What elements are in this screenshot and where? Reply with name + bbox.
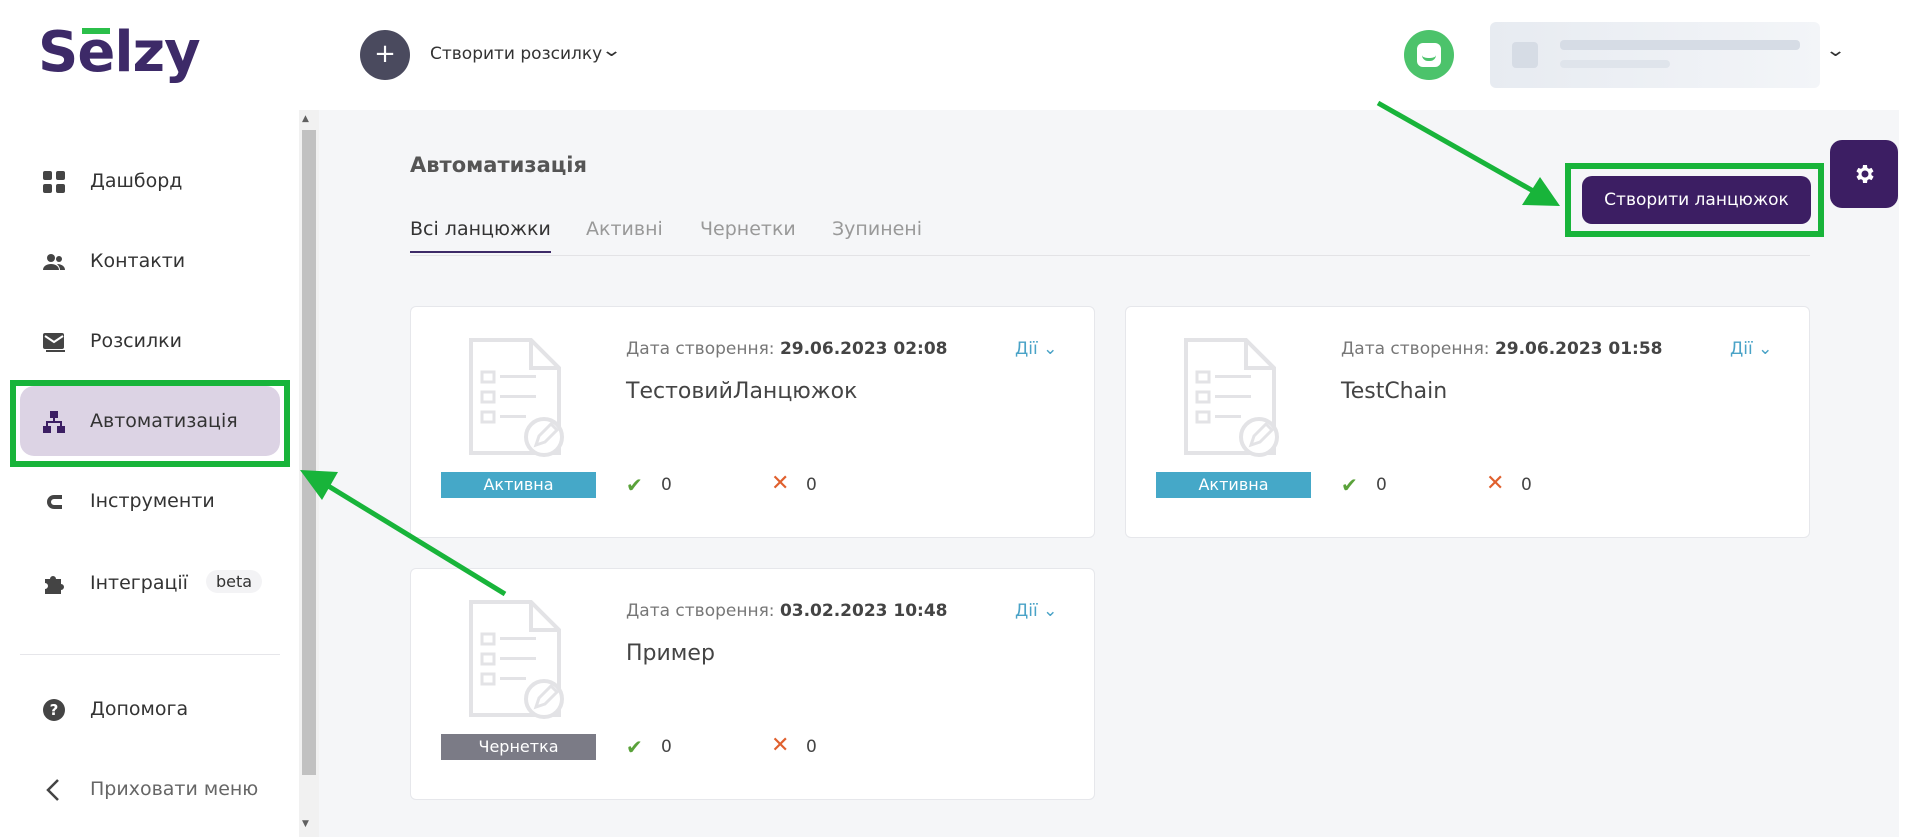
chevron-down-icon: ⌄	[1043, 339, 1058, 359]
sidebar-item-label: Інтеграції	[90, 572, 188, 594]
contacts-icon	[43, 254, 65, 270]
created-date-value: 29.06.2023 01:58	[1494, 339, 1663, 359]
created-date: Дата створення: 29.06.2023 02:08	[626, 339, 948, 359]
check-icon: ✔	[626, 473, 643, 497]
status-badge: Чернетка	[441, 734, 596, 760]
actions-label: Дії	[1015, 601, 1038, 621]
sidebar-item-label: Розсилки	[90, 330, 182, 352]
sidebar-item-integrations[interactable]: Інтеграції beta	[20, 548, 280, 618]
chain-name[interactable]: Пример	[626, 641, 715, 666]
beta-badge: beta	[206, 570, 263, 593]
document-icon	[1184, 338, 1279, 457]
support-chat-icon[interactable]	[1404, 30, 1454, 80]
account-email-blurred	[1560, 40, 1800, 50]
created-date-value: 03.02.2023 10:48	[779, 601, 948, 621]
cross-icon: ✕	[771, 733, 790, 758]
sidebar-item-label: Приховати меню	[90, 778, 259, 800]
fail-count: 0	[1521, 475, 1532, 495]
sidebar-divider	[20, 654, 280, 655]
created-date: Дата створення: 03.02.2023 10:48	[626, 601, 948, 621]
sidebar-item-label: Допомога	[90, 698, 189, 720]
sidebar-item-label: Дашборд	[90, 170, 183, 192]
success-count: 0	[661, 737, 672, 757]
chevron-left-icon	[46, 779, 59, 801]
sidebar-item-hide-menu[interactable]: Приховати меню	[20, 754, 280, 824]
fail-count: 0	[806, 737, 817, 757]
highlight-box-create-chain	[1565, 163, 1824, 237]
tab-active[interactable]: Активні	[586, 218, 663, 240]
actions-dropdown[interactable]: Дії ⌄	[1015, 601, 1057, 621]
dashboard-icon	[43, 171, 65, 193]
mail-icon	[43, 333, 65, 352]
magnet-icon	[47, 495, 62, 509]
document-icon	[469, 600, 564, 719]
gear-icon	[1856, 165, 1874, 183]
page-title: Автоматизація	[410, 153, 587, 177]
check-icon: ✔	[626, 735, 643, 759]
created-date-label: Дата створення:	[626, 339, 775, 359]
puzzle-icon	[45, 576, 64, 594]
chain-card[interactable]: Чернетка Дата створення: 03.02.2023 10:4…	[410, 568, 1095, 800]
chevron-down-icon: ⌄	[1043, 601, 1058, 621]
account-avatar	[1512, 42, 1538, 68]
sidebar-item-contacts[interactable]: Контакти	[20, 226, 280, 296]
account-switcher[interactable]	[1490, 22, 1820, 88]
sidebar-item-campaigns[interactable]: Розсилки	[20, 306, 280, 376]
settings-button[interactable]	[1830, 140, 1898, 208]
actions-dropdown[interactable]: Дії ⌄	[1730, 339, 1772, 359]
tab-drafts[interactable]: Чернетки	[700, 218, 796, 240]
actions-dropdown[interactable]: Дії ⌄	[1015, 339, 1057, 359]
chevron-down-icon[interactable]: ⌄	[601, 40, 622, 61]
sidebar-item-dashboard[interactable]: Дашборд	[20, 146, 280, 216]
help-icon: ?	[43, 699, 65, 721]
chain-card[interactable]: Активна Дата створення: 29.06.2023 01:58…	[1125, 306, 1810, 538]
scroll-up-arrow-icon[interactable]: ▲	[302, 114, 309, 124]
svg-text:?: ?	[50, 701, 59, 719]
sidebar-item-tools[interactable]: Інструменти	[20, 466, 280, 536]
chain-name[interactable]: TestChain	[1341, 379, 1447, 404]
scroll-down-arrow-icon[interactable]: ▼	[302, 819, 309, 829]
selzy-logo[interactable]: Selzy	[38, 20, 201, 85]
chain-name[interactable]: ТестовийЛанцюжок	[626, 379, 857, 404]
created-date-value: 29.06.2023 02:08	[779, 339, 948, 359]
create-campaign-label[interactable]: Створити розсилку	[430, 44, 602, 64]
tab-all-chains[interactable]: Всі ланцюжки	[410, 218, 551, 253]
create-campaign-plus-button[interactable]: +	[360, 30, 410, 80]
sidebar: Дашборд Контакти Розсилки Автоматизація …	[0, 110, 300, 837]
logo-accent	[82, 28, 110, 34]
document-icon	[469, 338, 564, 457]
chevron-down-icon[interactable]: ⌄	[1825, 40, 1846, 61]
fail-count: 0	[806, 475, 817, 495]
chat-bubble-icon	[1417, 43, 1441, 67]
sidebar-item-label: Контакти	[90, 250, 186, 272]
account-id-blurred	[1560, 60, 1670, 68]
top-header: Selzy + Створити розсилку ⌄ ⌄	[0, 0, 1919, 110]
created-date: Дата створення: 29.06.2023 01:58	[1341, 339, 1663, 359]
sidebar-item-help[interactable]: ? Допомога	[20, 674, 280, 744]
success-count: 0	[1376, 475, 1387, 495]
tab-stopped[interactable]: Зупинені	[832, 218, 922, 240]
status-badge: Активна	[1156, 472, 1311, 498]
chain-card[interactable]: Активна Дата створення: 29.06.2023 02:08…	[410, 306, 1095, 538]
check-icon: ✔	[1341, 473, 1358, 497]
chevron-down-icon: ⌄	[1758, 339, 1773, 359]
highlight-box-automation	[10, 380, 290, 467]
cross-icon: ✕	[771, 471, 790, 496]
success-count: 0	[661, 475, 672, 495]
sidebar-scrollbar-thumb[interactable]	[302, 130, 316, 775]
created-date-label: Дата створення:	[626, 601, 775, 621]
actions-label: Дії	[1730, 339, 1753, 359]
smile-icon	[1422, 55, 1436, 61]
sidebar-item-label: Інструменти	[90, 490, 215, 512]
cross-icon: ✕	[1486, 471, 1505, 496]
actions-label: Дії	[1015, 339, 1038, 359]
created-date-label: Дата створення:	[1341, 339, 1490, 359]
status-badge: Активна	[441, 472, 596, 498]
